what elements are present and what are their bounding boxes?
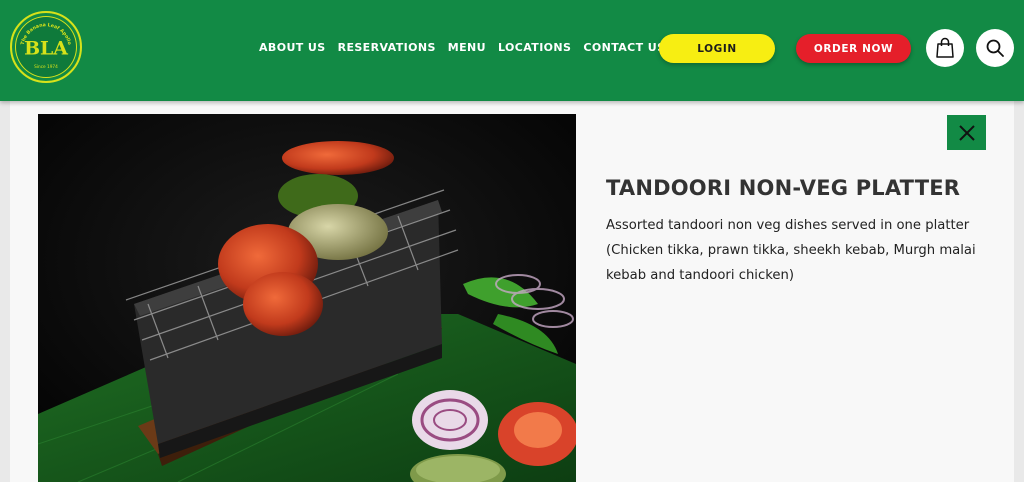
nav-about-us[interactable]: ABOUT US <box>259 41 326 55</box>
logo-emblem: The Banana Leaf Apollo BLA Since 1974 <box>20 22 72 70</box>
dish-image <box>38 114 576 482</box>
logo-since-text: Since 1974 <box>34 64 58 70</box>
main-nav: ABOUT US RESERVATIONS MENU LOCATIONS CON… <box>259 41 677 55</box>
brand-logo[interactable]: The Banana Leaf Apollo BLA Since 1974 <box>10 11 82 83</box>
login-button[interactable]: LOGIN <box>659 34 775 63</box>
close-button[interactable] <box>947 115 986 150</box>
nav-contact-us[interactable]: CONTACT US <box>583 41 665 55</box>
cart-button[interactable] <box>926 29 964 67</box>
order-now-button[interactable]: ORDER NOW <box>796 34 911 63</box>
item-title: TANDOORI NON-VEG PLATTER <box>606 176 961 200</box>
item-description: Assorted tandoori non veg dishes served … <box>606 218 976 283</box>
nav-reservations[interactable]: RESERVATIONS <box>338 41 436 55</box>
search-icon <box>986 39 1004 57</box>
dish-photo <box>38 114 576 482</box>
site-header: The Banana Leaf Apollo BLA Since 1974 AB… <box>0 0 1024 101</box>
item-detail-modal: TANDOORI NON-VEG PLATTER Assorted tandoo… <box>10 101 1014 482</box>
logo-monogram: BLA <box>24 38 68 60</box>
nav-locations[interactable]: LOCATIONS <box>498 41 571 55</box>
shopping-bag-icon <box>936 37 954 58</box>
close-icon <box>958 124 975 141</box>
nav-menu[interactable]: MENU <box>448 41 486 55</box>
search-button[interactable] <box>976 29 1014 67</box>
